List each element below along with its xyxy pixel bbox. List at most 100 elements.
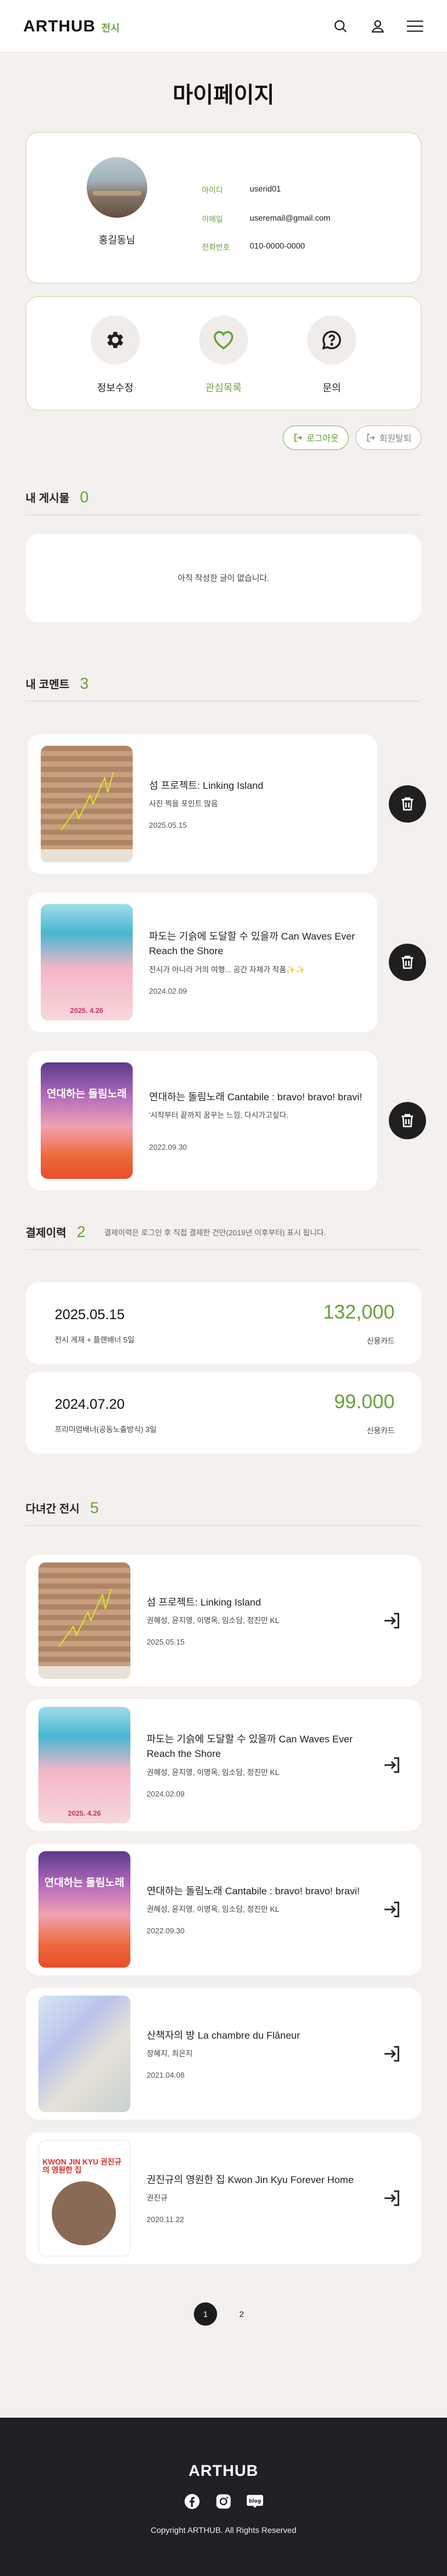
visited-card[interactable]: KWON JIN KYU 권진규의 영원한 집 권진규의 영원한 집 Kwon … <box>26 2132 421 2264</box>
page-button-2[interactable]: 2 <box>230 2302 253 2326</box>
exhibition-title: 섬 프로젝트: Linking Island <box>149 779 264 791</box>
exhibition-title: 파도는 기슭에 도달할 수 있을까 Can Waves Ever Reach t… <box>147 1733 353 1760</box>
heart-icon[interactable] <box>199 316 248 364</box>
thumbnail-text: KWON JIN KYU 권진규의 영원한 집 <box>42 2157 122 2175</box>
posts-section-head: 내 게시물 0 <box>26 488 421 515</box>
section-note: 결제이력은 로그인 후 직접 결제한 건만(2019년 이후부터) 표시 됩니다… <box>104 1228 326 1237</box>
comment-body: 연대하는 돌림노래 Cantabile : bravo! bravo! brav… <box>149 1090 377 1152</box>
enter-icon[interactable] <box>382 1755 403 1776</box>
gear-icon[interactable] <box>91 316 140 364</box>
profile-phone-row: 전화번호 010-0000-0000 <box>202 241 305 252</box>
social-links: blog <box>0 2493 447 2510</box>
visit-date: 2024.02.09 <box>147 1790 185 1799</box>
edit-profile-action[interactable]: 정보수정 <box>91 297 140 410</box>
logo-subtitle[interactable]: 전시 <box>101 20 119 34</box>
trash-icon <box>402 1114 413 1128</box>
section-count: 5 <box>90 1499 99 1516</box>
thumbnail-text: 2025. 4.26 <box>70 1007 104 1015</box>
visited-body: 산책자의 방 La chambre du Flâneur 장혜지, 최은지 20… <box>147 2028 421 2080</box>
wishlist-action[interactable]: 관심목록 <box>199 297 248 410</box>
comment-card[interactable]: 2025. 4.26 파도는 기슭에 도달할 수 있을까 Can Waves E… <box>28 892 426 1032</box>
profile-id-row: 아이디 userid01 <box>202 184 281 195</box>
user-icon[interactable] <box>369 17 386 35</box>
pagination: 1 2 <box>0 2302 447 2326</box>
enter-icon[interactable] <box>382 2188 403 2209</box>
delete-button[interactable] <box>389 785 426 823</box>
blog-label: blog <box>249 2498 261 2504</box>
comment-body: 파도는 기슭에 도달할 수 있을까 Can Waves Ever Reach t… <box>149 929 377 995</box>
site-footer: ARTHUB blog Copyright ARTHUB. All Rights… <box>0 2418 447 2576</box>
comment-card[interactable]: 섬 프로젝트: Linking Island 사진 찍을 포인트 많음 2025… <box>28 734 426 874</box>
exhibition-artists: 권진규 <box>147 2194 168 2203</box>
account-buttons: 로그아웃 회원탈퇴 <box>26 426 421 450</box>
comment-date: 2022.09.30 <box>149 1143 187 1152</box>
brand[interactable]: ARTHUB 전시 <box>23 17 120 36</box>
exhibition-title: 파도는 기슭에 도달할 수 있을까 Can Waves Ever Reach t… <box>149 930 355 957</box>
exhibition-title: 연대하는 돌림노래 Cantabile : bravo! bravo! brav… <box>147 1885 360 1897</box>
visited-card[interactable]: 섬 프로젝트: Linking Island 권혜성, 윤지영, 이명옥, 임소… <box>26 1555 421 1686</box>
exhibition-artists: 권혜성, 윤지영, 이명옥, 임소담, 정진만 KL <box>147 1616 279 1625</box>
site-logo[interactable]: ARTHUB <box>23 17 95 36</box>
info-value: useremail@gmail.com <box>250 213 331 222</box>
instagram-icon[interactable] <box>215 2493 232 2510</box>
section-count: 0 <box>80 488 89 506</box>
comment-text: 전시가 아니라 거의 여행... 공간 자체가 작품✨✨ <box>149 965 306 974</box>
delete-button[interactable] <box>389 1102 426 1139</box>
action-label: 정보수정 <box>97 382 134 394</box>
comment-text: 사진 찍을 포인트 많음 <box>149 799 218 809</box>
payment-amount: 99.000 <box>334 1391 395 1413</box>
comment-body: 섬 프로젝트: Linking Island 사진 찍을 포인트 많음 2025… <box>149 778 377 830</box>
empty-posts: 아직 작성한 글이 없습니다. <box>26 534 421 622</box>
info-label: 전화번호 <box>202 243 230 251</box>
facebook-icon[interactable] <box>183 2493 201 2510</box>
exhibition-artists: 권혜성, 윤지영, 이명옥, 임소담, 정진만 KL <box>147 1767 279 1777</box>
exhibition-thumbnail: 연대하는 돌림노래 <box>38 1851 130 1968</box>
thumbnail-portrait <box>52 2181 116 2245</box>
payment-method: 신용카드 <box>367 1426 395 1435</box>
delete-button[interactable] <box>389 944 426 981</box>
enter-icon[interactable] <box>382 2043 403 2064</box>
withdraw-button[interactable]: 회원탈퇴 <box>355 426 421 450</box>
section-title: 결제이력 <box>26 1227 66 1239</box>
exhibition-artists: 권혜성, 윤지영, 이명옥, 임소담, 정진만 KL <box>147 1905 279 1914</box>
action-label: 관심목록 <box>205 382 242 394</box>
search-icon[interactable] <box>332 17 349 35</box>
visited-card[interactable]: 연대하는 돌림노래 연대하는 돌림노래 Cantabile : bravo! b… <box>26 1844 421 1975</box>
logout-icon <box>294 434 302 442</box>
thumbnail-text: 2025. 4.26 <box>68 1809 101 1817</box>
page-button-1[interactable]: 1 <box>194 2302 217 2326</box>
enter-icon[interactable] <box>382 1610 403 1631</box>
exhibition-thumbnail <box>41 746 133 862</box>
visit-date: 2020.11.22 <box>147 2215 185 2224</box>
comment-card[interactable]: 연대하는 돌림노래 연대하는 돌림노래 Cantabile : bravo! b… <box>28 1051 426 1190</box>
exhibition-thumbnail <box>38 1562 130 1679</box>
menu-icon[interactable] <box>406 17 424 35</box>
blog-icon[interactable]: blog <box>246 2493 264 2510</box>
exhibition-thumbnail: 2025. 4.26 <box>38 1707 130 1823</box>
visited-list: 섬 프로젝트: Linking Island 권혜성, 윤지영, 이명옥, 임소… <box>26 1555 421 2264</box>
exhibition-thumbnail <box>38 1996 130 2112</box>
enter-icon[interactable] <box>382 1899 403 1920</box>
section-title: 내 코멘트 <box>26 679 70 691</box>
exhibition-title: 연대하는 돌림노래 Cantabile : bravo! bravo! brav… <box>149 1091 363 1103</box>
logout-button[interactable]: 로그아웃 <box>282 426 349 450</box>
withdraw-label: 회원탈퇴 <box>379 433 411 444</box>
visited-body: 파도는 기슭에 도달할 수 있을까 Can Waves Ever Reach t… <box>147 1732 421 1798</box>
thumbnail-text: 연대하는 돌림노래 <box>47 1088 127 1100</box>
visited-card[interactable]: 2025. 4.26 파도는 기슭에 도달할 수 있을까 Can Waves E… <box>26 1699 421 1831</box>
avatar <box>87 157 147 218</box>
inquiry-action[interactable]: 문의 <box>307 297 356 410</box>
copyright: Copyright ARTHUB. All Rights Reserved <box>150 2525 297 2535</box>
profile-name: 홍길동님 <box>98 235 136 246</box>
info-value: userid01 <box>250 184 281 193</box>
section-count: 3 <box>80 675 89 692</box>
question-chat-icon[interactable] <box>307 316 356 364</box>
comments-section-head: 내 코멘트 3 <box>26 675 421 701</box>
payment-card: 2024.07.20 프리미엄배너(공동노출방식) 3일 99.000 신용카드 <box>26 1372 421 1454</box>
comment-date: 2024.02.09 <box>149 987 187 996</box>
section-title: 내 게시물 <box>26 492 70 505</box>
exhibition-title: 산책자의 방 La chambre du Flâneur <box>147 2029 300 2041</box>
visited-card[interactable]: 산책자의 방 La chambre du Flâneur 장혜지, 최은지 20… <box>26 1988 421 2120</box>
exhibition-thumbnail: 2025. 4.26 <box>41 904 133 1021</box>
visited-body: 연대하는 돌림노래 Cantabile : bravo! bravo! brav… <box>147 1884 421 1936</box>
